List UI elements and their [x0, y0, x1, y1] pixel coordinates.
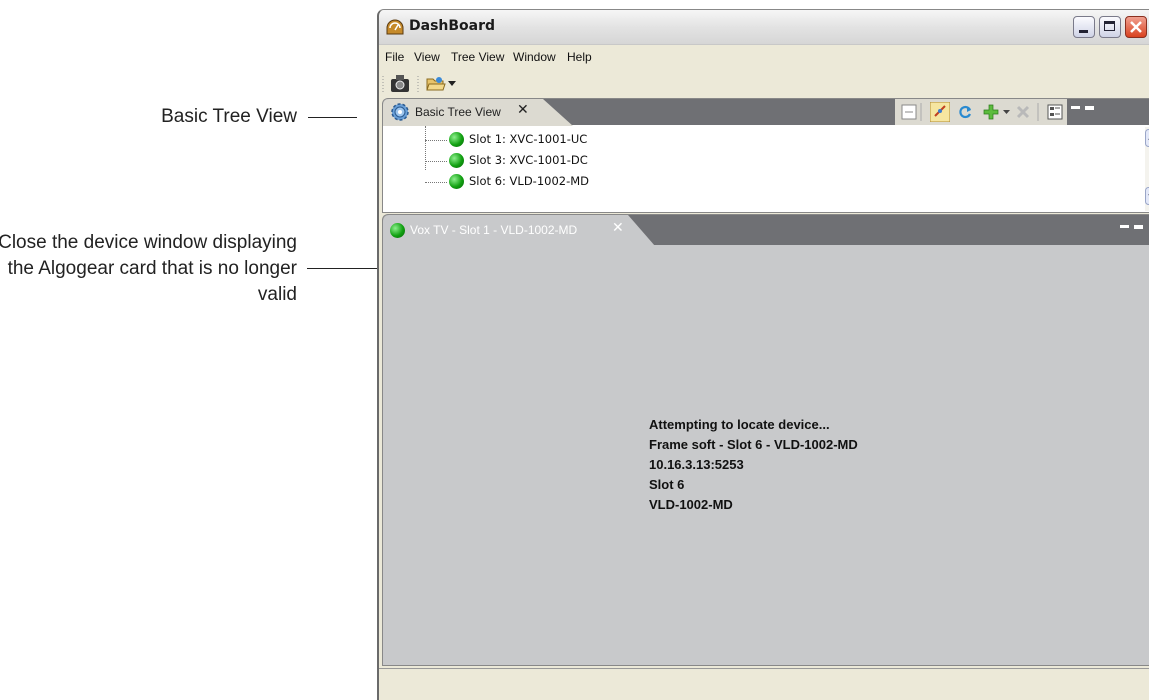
device-window-panel: Vox TV - Slot 1 - VLD-1002-MD ✕ Attempti… [382, 214, 1149, 666]
tree-scrollbar[interactable] [1145, 127, 1149, 211]
tree-item-label: Slot 6: VLD-1002-MD [469, 174, 589, 188]
device-status-message: Attempting to locate device... [649, 417, 830, 432]
device-slot: Slot 6 [649, 477, 684, 492]
delete-icon[interactable] [1015, 104, 1031, 120]
open-folder-icon[interactable] [426, 75, 446, 92]
link-icon[interactable] [930, 102, 950, 122]
tree-connector [425, 161, 447, 162]
collapse-icon[interactable] [901, 104, 917, 120]
device-frame-info: Frame soft - Slot 6 - VLD-1002-MD [649, 437, 858, 452]
callout-line-tree-view [308, 117, 357, 118]
refresh-icon[interactable] [957, 104, 973, 120]
scroll-down-icon[interactable] [1145, 187, 1149, 205]
dashboard-app-icon [386, 18, 404, 35]
gear-icon [389, 101, 411, 123]
maximize-view-icon[interactable] [1085, 106, 1095, 114]
menu-window[interactable]: Window [513, 50, 556, 64]
minimize-view-icon[interactable] [1071, 106, 1081, 110]
close-button[interactable] [1125, 16, 1147, 38]
tab-basic-tree-view[interactable]: Basic Tree View ✕ [383, 99, 573, 126]
minimize-view-icon[interactable] [1120, 225, 1130, 229]
tab-device-window[interactable]: Vox TV - Slot 1 - VLD-1002-MD ✕ [383, 215, 655, 246]
title-bar: DashBoard [379, 10, 1149, 45]
basic-tree-view-panel: Basic Tree View ✕ Slot 1: XVC-1001-UC [382, 98, 1149, 213]
window-title: DashBoard [409, 18, 495, 34]
toolbar-separator [417, 76, 420, 92]
tree-connector [425, 182, 447, 183]
device-tab-label: Vox TV - Slot 1 - VLD-1002-MD [410, 223, 577, 237]
dashboard-window: DashBoard File View Tree View Window Hel… [377, 9, 1149, 700]
toolbar-grip [382, 76, 385, 92]
menu-file[interactable]: File [385, 50, 404, 64]
status-ok-icon [390, 223, 405, 238]
maximize-button[interactable] [1099, 16, 1121, 38]
menu-tree-view[interactable]: Tree View [451, 50, 504, 64]
tree-options-icon[interactable] [1047, 104, 1063, 120]
tree-items: Slot 1: XVC-1001-UC Slot 3: XVC-1001-DC … [383, 126, 1149, 212]
status-bar [379, 668, 1149, 700]
menu-help[interactable]: Help [567, 50, 592, 64]
device-tab-close-icon[interactable]: ✕ [612, 220, 624, 236]
scroll-up-icon[interactable] [1145, 129, 1149, 147]
status-ok-icon [449, 153, 464, 168]
close-x-icon [1126, 17, 1146, 37]
tree-item-label: Slot 3: XVC-1001-DC [469, 153, 588, 167]
main-toolbar [379, 70, 1149, 98]
add-dropdown-arrow-icon[interactable] [1003, 110, 1010, 114]
status-ok-icon [449, 132, 464, 147]
tree-view-toolbar [895, 99, 1149, 125]
dropdown-arrow-icon[interactable] [448, 81, 456, 86]
tree-view-close-icon[interactable]: ✕ [517, 102, 529, 118]
device-model: VLD-1002-MD [649, 497, 733, 512]
tree-item-label: Slot 1: XVC-1001-UC [469, 132, 587, 146]
toolbar-separator [920, 103, 922, 121]
tree-view-tab-label: Basic Tree View [415, 105, 501, 119]
tree-view-header-right [1067, 99, 1149, 125]
toolbar-separator [1037, 103, 1039, 121]
menu-bar: File View Tree View Window Help [379, 46, 1149, 68]
menu-view[interactable]: View [414, 50, 440, 64]
device-address: 10.16.3.13:5253 [649, 457, 744, 472]
status-ok-icon [449, 174, 464, 189]
callout-basic-tree-view: Basic Tree View [161, 104, 297, 130]
maximize-view-icon[interactable] [1134, 225, 1144, 233]
callout-close-device-window: Close the device window displaying the A… [0, 230, 297, 308]
minimize-button[interactable] [1073, 16, 1095, 38]
add-icon[interactable] [983, 104, 999, 120]
tree-connector [425, 140, 447, 141]
camera-icon[interactable] [390, 74, 410, 93]
